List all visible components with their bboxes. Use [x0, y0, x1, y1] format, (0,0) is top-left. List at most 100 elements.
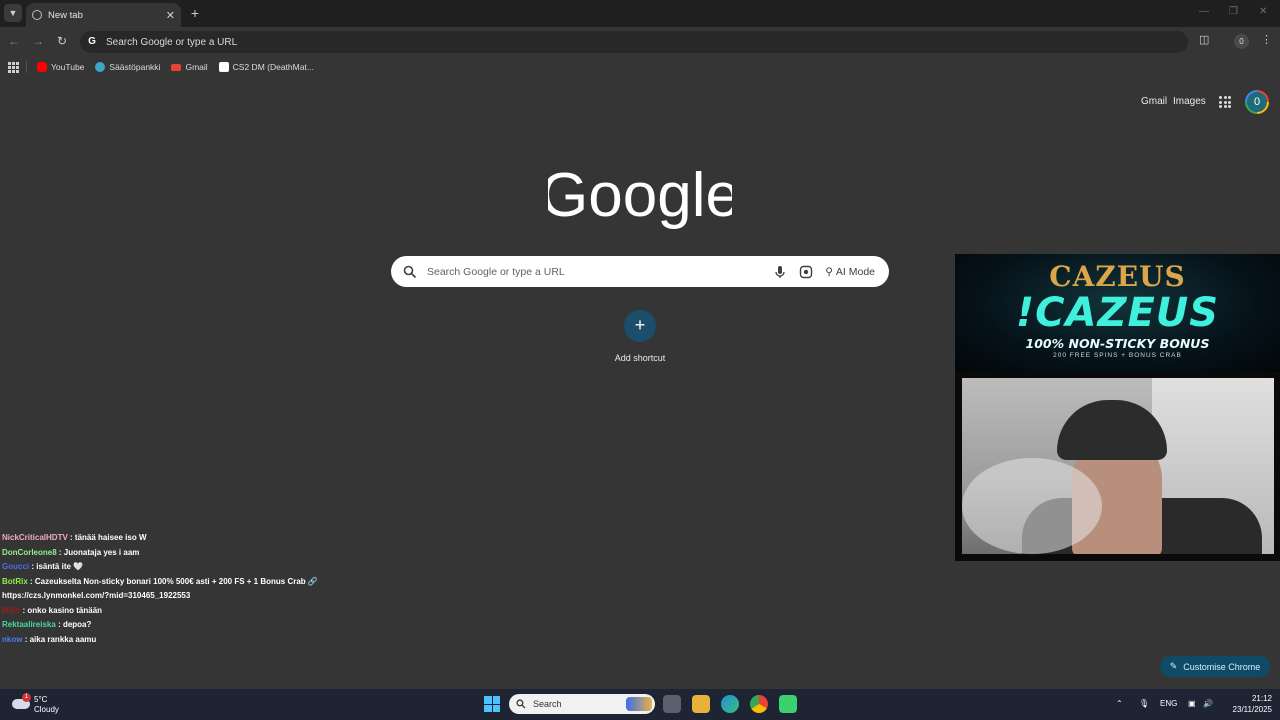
customise-label: Customise Chrome — [1183, 661, 1261, 672]
bookmark-saastopankki[interactable]: Säästöpankki — [95, 62, 160, 72]
back-button[interactable]: ← — [5, 32, 23, 50]
edge-icon[interactable] — [721, 695, 739, 713]
time: 21:12 — [1251, 694, 1272, 703]
cs2-icon — [218, 62, 229, 72]
chat-username: nkow — [2, 634, 23, 644]
microphone-icon[interactable] — [773, 265, 787, 279]
network-icon[interactable]: ▣ — [1188, 699, 1196, 708]
svg-text:Google: Google — [548, 161, 732, 230]
apps-grid-icon[interactable] — [8, 62, 19, 73]
tab-title: New tab — [48, 9, 83, 21]
microphone-icon[interactable]: 🎙 — [1139, 699, 1149, 708]
promo-banner: CAZEUS !CAZEUS 100% NON-STICKY BONUS 200… — [955, 254, 1280, 372]
youtube-icon — [37, 62, 47, 72]
profile-button[interactable]: 0 — [1234, 34, 1249, 49]
reload-button[interactable]: ↻ — [53, 32, 71, 50]
banner-promo: 100% NON-STICKY BONUS — [1025, 336, 1210, 351]
add-shortcut-button[interactable]: + — [624, 310, 656, 342]
banner-brand: CAZEUS — [1049, 260, 1186, 293]
bookmarks-bar: YouTube Säästöpankki Gmail CS2 DM (Death… — [0, 56, 1280, 78]
banner-headline: !CAZEUS — [1015, 290, 1220, 336]
taskbar-search[interactable]: Search — [509, 694, 655, 714]
chat-username: NickCriticalHDTV — [2, 533, 68, 542]
gmail-icon — [171, 63, 182, 71]
minimize-button[interactable]: — — [1199, 6, 1209, 17]
divider — [26, 61, 27, 73]
images-link[interactable]: Images — [1173, 96, 1206, 107]
bookmark-youtube[interactable]: YouTube — [37, 62, 84, 72]
bookmark-label: CS2 DM (DeathMat... — [232, 62, 314, 72]
chrome-icon[interactable] — [750, 695, 768, 713]
avatar-initial: 0 — [1247, 92, 1267, 112]
weather-widget[interactable]: 1 5°C Cloudy — [12, 693, 92, 717]
start-button[interactable] — [484, 696, 500, 712]
tab-new-tab[interactable]: New tab ✕ — [26, 3, 181, 27]
file-explorer-icon[interactable] — [692, 695, 710, 713]
language-indicator[interactable]: ENG — [1160, 699, 1177, 708]
weather-temp: 5°C — [34, 695, 48, 704]
lens-icon[interactable] — [799, 265, 813, 279]
chat-text: : Cazeukselta Non-sticky bonari 100% 500… — [2, 576, 318, 601]
chat-message: Goucci : isäntä ite 🤍 — [2, 560, 322, 575]
chat-message: DonCorleone8 : Juonataja yes i aam — [2, 546, 322, 561]
ai-mode-button[interactable]: ⚲ AI Mode — [825, 266, 875, 278]
task-view-icon[interactable] — [663, 695, 681, 713]
chat-text: : tänää haisee iso W — [70, 533, 147, 542]
taskbar-search-label: Search — [533, 699, 562, 709]
streaming-app-icon[interactable] — [779, 695, 797, 713]
forward-button[interactable]: → — [29, 32, 47, 50]
bookmark-label: YouTube — [51, 62, 85, 72]
customise-chrome-button[interactable]: ✎ Customise Chrome — [1160, 656, 1270, 677]
add-shortcut-label: Add shortcut — [614, 353, 666, 363]
chat-text: : depoa? — [58, 620, 92, 629]
chat-message: Miljo : onko kasino tänään — [2, 604, 322, 619]
chat-message: NickCriticalHDTV : tänää haisee iso W — [2, 531, 322, 546]
bookmark-cs2[interactable]: CS2 DM (DeathMat... — [218, 62, 314, 72]
ai-mode-label: AI Mode — [835, 265, 875, 278]
search-icon — [516, 699, 526, 709]
webcam-feed — [962, 378, 1274, 554]
chat-text: : aika rankka aamu — [24, 634, 97, 644]
address-bar-text: Search Google or type a URL — [106, 36, 238, 48]
avatar[interactable]: 0 — [1245, 90, 1269, 114]
google-apps-icon[interactable] — [1219, 96, 1231, 108]
volume-icon[interactable]: 🔊 — [1203, 699, 1213, 708]
tab-search-button[interactable]: ▼ — [4, 4, 22, 22]
notification-badge: 1 — [22, 693, 31, 702]
chat-text: : Juonataja yes i aam — [58, 547, 140, 557]
address-bar[interactable]: G Search Google or type a URL — [80, 31, 1188, 53]
chevron-up-icon[interactable]: ⌃ — [1116, 699, 1123, 708]
bookmark-gmail[interactable]: Gmail — [171, 62, 208, 72]
clock[interactable]: 21:12 23/11/2025 — [1226, 693, 1272, 715]
google-logo: Google — [548, 161, 732, 230]
pencil-icon: ✎ — [1169, 661, 1178, 671]
new-tab-button[interactable]: + — [188, 4, 202, 22]
search-highlight-icon — [626, 697, 652, 711]
menu-icon[interactable]: ⋮ — [1261, 33, 1272, 46]
close-icon[interactable]: ✕ — [166, 9, 175, 22]
chat-message: Rektaalireiska : depoa? — [2, 618, 322, 633]
chat-message: BotRix : Cazeukselta Non-sticky bonari 1… — [2, 575, 322, 604]
tab-strip: ▼ New tab ✕ + — ❐ ✕ — [0, 0, 1280, 27]
google-g-icon: G — [88, 36, 96, 47]
chat-username: DonCorleone8 — [2, 547, 57, 557]
chat-username: Rektaalireiska — [2, 620, 56, 629]
ai-mode-icon: ⚲ — [825, 265, 833, 278]
saastopankki-icon — [95, 62, 106, 72]
search-icon — [403, 265, 417, 278]
date: 23/11/2025 — [1232, 705, 1272, 714]
banner-sub: 200 FREE SPINS + BONUS CRAB — [1053, 352, 1182, 359]
restore-button[interactable]: ❐ — [1229, 6, 1238, 17]
extensions-icon[interactable]: ◫ — [1199, 33, 1209, 46]
bookmark-label: Säästöpankki — [109, 62, 161, 72]
chat-text: : isäntä ite 🤍 — [31, 562, 84, 571]
chat-username: BotRix — [2, 576, 28, 586]
search-box[interactable]: Search Google or type a URL ⚲ AI Mode — [391, 256, 889, 287]
weather-condition: Cloudy — [34, 705, 59, 714]
toolbar: ← → ↻ G Search Google or type a URL ◫ ⋮ — [0, 27, 1280, 56]
window-close-button[interactable]: ✕ — [1259, 6, 1267, 17]
gmail-link[interactable]: Gmail — [1141, 96, 1167, 107]
chevron-down-icon: ▼ — [8, 8, 18, 18]
chat-message: nkow : aika rankka aamu — [2, 633, 322, 648]
search-input[interactable]: Search Google or type a URL — [427, 266, 773, 278]
